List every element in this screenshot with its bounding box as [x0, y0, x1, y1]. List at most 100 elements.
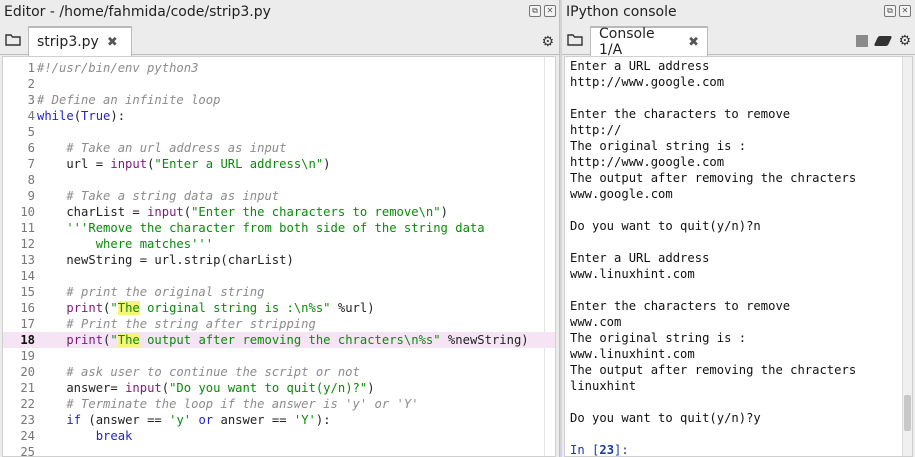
console-output[interactable]: Enter a URL address http://www.google.com… [564, 56, 913, 457]
gear-icon[interactable]: ⚙ [898, 33, 911, 49]
code-line[interactable]: 11 '''Remove the character from both sid… [3, 220, 555, 236]
editor-title-text: Editor - /home/fahmida/code/strip3.py [4, 4, 271, 20]
close-pane-icon[interactable]: ✕ [544, 5, 556, 17]
folder-browse-icon[interactable] [5, 33, 21, 46]
tab-close-icon[interactable]: ✖ [107, 35, 118, 50]
code-token: True [81, 109, 111, 123]
code-line[interactable]: 24 break [3, 428, 555, 444]
code-text: # Take an url address as input [37, 141, 286, 155]
code-line[interactable]: 19 [3, 348, 555, 364]
code-line[interactable]: 9 # Take a string data as input [3, 188, 555, 204]
editor-tabbar: strip3.py ✖ ⚙ [0, 24, 560, 56]
code-line[interactable]: 5 [3, 124, 555, 140]
code-token: ) [367, 381, 375, 395]
line-number: 7 [27, 157, 35, 171]
console-toolbar: ⚙ [856, 33, 911, 49]
console-line: www.linuxhint.com [570, 267, 695, 281]
code-text: # Terminate the loop if the answer is 'y… [37, 397, 419, 411]
code-line[interactable]: 18 print("The output after removing the … [3, 332, 555, 348]
line-number: 9 [27, 189, 35, 203]
line-number: 24 [20, 429, 35, 443]
code-text: # Print the string after stripping [37, 317, 315, 331]
console-title-icons: ⧉ ✕ [884, 5, 911, 17]
prompt-prefix: In [ [570, 443, 600, 457]
code-line[interactable]: 2 [3, 76, 555, 92]
code-line[interactable]: 17 # Print the string after stripping [3, 316, 555, 332]
code-token: break [37, 429, 133, 443]
code-token: # print the original string [37, 285, 265, 299]
code-line[interactable]: 21 answer= input("Do you want to quit(y/… [3, 380, 555, 396]
tab-strip3-py[interactable]: strip3.py ✖ [28, 26, 132, 56]
code-token: original string is :\n%s" [139, 301, 331, 315]
tab-console-1a[interactable]: Console 1/A ✖ [590, 26, 708, 58]
console-line: http://www.google.com [570, 75, 725, 89]
prompt-suffix: ]: [614, 443, 629, 457]
code-line[interactable]: 14 [3, 268, 555, 284]
editor-pane: Editor - /home/fahmida/code/strip3.py ⧉ … [0, 0, 560, 457]
code-line[interactable]: 4 while(True): [3, 108, 555, 124]
tab-close-icon[interactable]: ✖ [688, 35, 699, 50]
console-line: www.linuxhint.com [570, 347, 695, 361]
folder-browse-icon[interactable] [567, 33, 583, 46]
line-number: 1 [27, 61, 35, 75]
code-line[interactable]: 15 # print the original string [3, 284, 555, 300]
code-token: print [66, 333, 104, 347]
line-number: 23 [20, 413, 35, 427]
code-token: ( [73, 109, 82, 123]
code-token: "Enter a URL address\n" [154, 157, 324, 171]
line-number: 6 [27, 141, 35, 155]
code-token: # Terminate the loop if the answer is 'y… [37, 397, 419, 411]
undock-icon[interactable]: ⧉ [884, 5, 896, 17]
editor-tab-label: strip3.py [37, 34, 99, 50]
line-number: 16 [20, 301, 35, 315]
code-token: ) [440, 205, 448, 219]
console-tabbar: Console 1/A ✖ ⚙ [562, 24, 915, 58]
code-text: while(True): [37, 109, 125, 123]
code-line[interactable]: 22 # Terminate the loop if the answer is… [3, 396, 555, 412]
code-text: #!/usr/bin/env python3 [37, 61, 198, 75]
code-line[interactable]: 6 # Take an url address as input [3, 140, 555, 156]
code-line[interactable]: 12 where matches''' [3, 236, 555, 252]
code-line[interactable]: 7 url = input("Enter a URL address\n") [3, 156, 555, 172]
console-line: The output after removing the chracters [570, 363, 857, 377]
code-token: print [66, 301, 104, 315]
eraser-icon[interactable] [874, 36, 893, 46]
code-text: charList = input("Enter the characters t… [37, 205, 448, 219]
gear-icon[interactable]: ⚙ [541, 34, 554, 50]
code-line[interactable]: 13 newString = url.strip(charList) [3, 252, 555, 268]
console-line: The output after removing the chracters [570, 171, 857, 185]
line-number: 13 [20, 253, 35, 267]
code-line[interactable]: 3 # Define an infinite loop [3, 92, 555, 108]
code-token: (answer == [81, 413, 170, 427]
code-line[interactable]: 16 print("The original string is :\n%s" … [3, 300, 555, 316]
code-line[interactable]: 10 charList = input("Enter the character… [3, 204, 555, 220]
close-pane-icon[interactable]: ✕ [899, 5, 911, 17]
line-number: 12 [20, 237, 35, 251]
code-token: or [198, 413, 214, 427]
scrollbar-thumb[interactable] [904, 395, 911, 431]
code-line[interactable]: 1 #!/usr/bin/env python3 [3, 60, 555, 76]
code-token: "Enter the characters to remove\n" [191, 205, 441, 219]
code-line[interactable]: 23 if (answer == 'y' or answer == 'Y'): [3, 412, 555, 428]
code-token: url = [37, 157, 111, 171]
console-scrollbar[interactable] [902, 57, 912, 456]
console-title-text: IPython console [566, 4, 677, 20]
code-token: "Do you want to quit(y/n)?" [169, 381, 368, 395]
stop-icon[interactable] [856, 35, 869, 47]
editor-title-icons: ⧉ ✕ [529, 5, 556, 17]
code-line[interactable]: 8 [3, 172, 555, 188]
line-number: 2 [27, 77, 35, 91]
line-number: 8 [27, 173, 35, 187]
code-token: answer == [213, 413, 294, 427]
console-line: The original string is : [570, 139, 747, 153]
undock-icon[interactable]: ⧉ [529, 5, 541, 17]
console-line: Enter the characters to remove [570, 107, 791, 121]
code-token: # Define an infinite loop [37, 93, 221, 107]
code-editor[interactable]: 1 #!/usr/bin/env python3 2 3 # Define an inf… [2, 56, 556, 457]
code-text: # Define an infinite loop [37, 93, 220, 107]
code-line[interactable]: 25 [3, 444, 555, 457]
console-line: Enter a URL address [570, 251, 710, 265]
console-prompt[interactable]: In [23]: [570, 442, 629, 457]
code-line[interactable]: 20 # ask user to continue the script or … [3, 364, 555, 380]
